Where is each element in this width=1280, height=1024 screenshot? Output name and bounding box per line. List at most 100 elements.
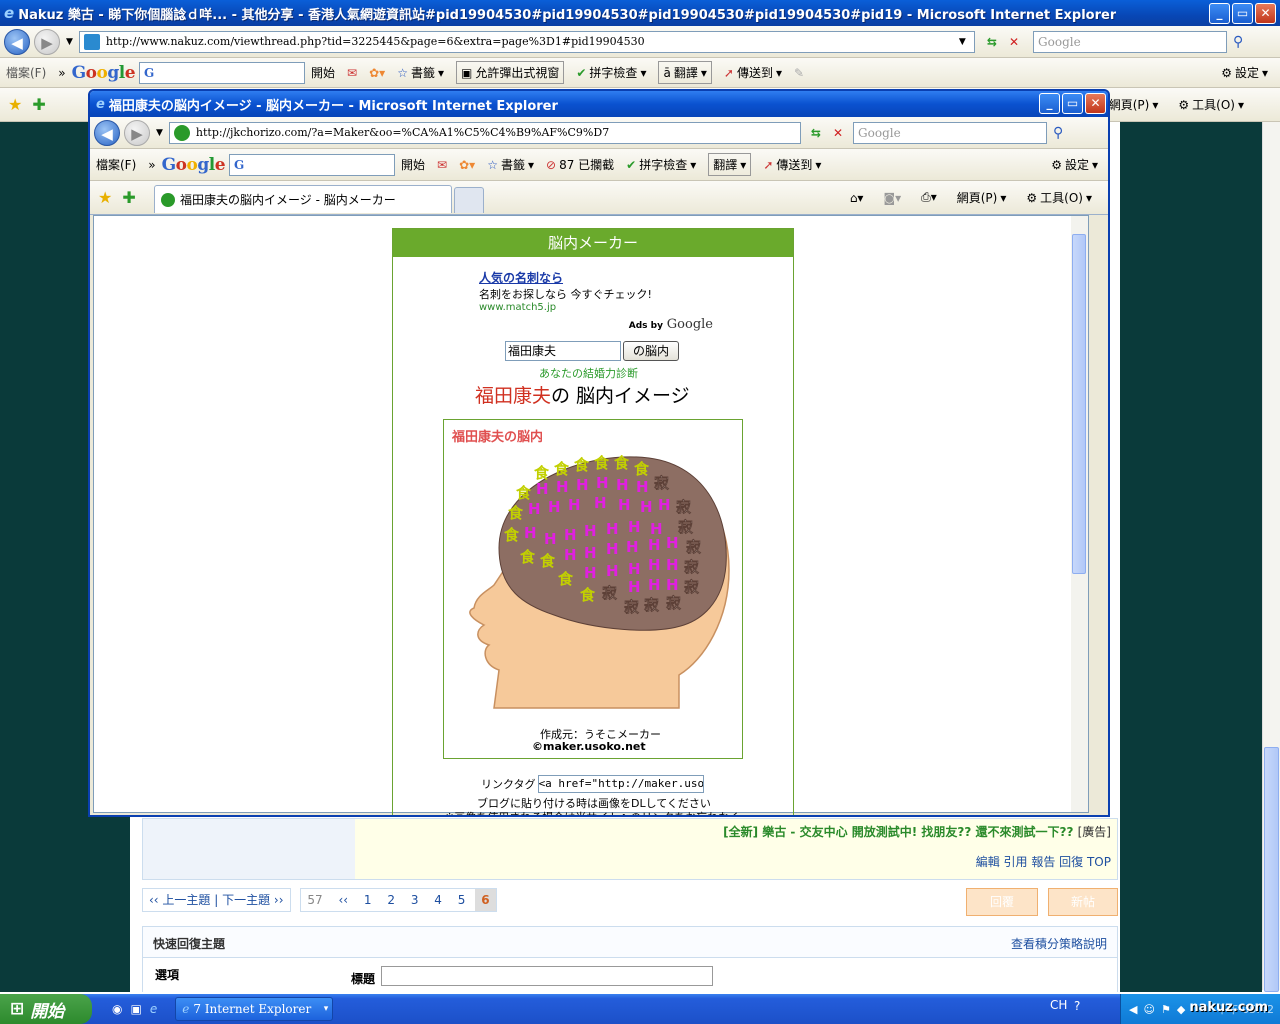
address-dropdown-icon[interactable]: ▼ — [959, 37, 975, 47]
popup-stop-icon[interactable]: ✕ — [833, 126, 843, 140]
print-icon[interactable]: ⎙▾ — [921, 190, 937, 205]
brain-word-lonely: 寂 — [602, 584, 617, 602]
popup-search-icon[interactable]: ⚲ — [1053, 125, 1063, 141]
quicklaunch-ie-icon[interactable]: e — [150, 1002, 157, 1016]
ad-link[interactable]: 人気の名刺なら — [479, 269, 713, 286]
minimize-button[interactable]: _ — [1209, 3, 1230, 24]
new-tab-button[interactable] — [454, 187, 484, 213]
bookmarks-menu[interactable]: ☆ 書籤 ▾ — [397, 64, 444, 81]
popup-blocker-button[interactable]: ▣ 允許彈出式視窗 — [456, 61, 565, 84]
favorites-star-icon[interactable]: ★ — [8, 95, 22, 114]
name-form: 福田康夫 の脳内 — [505, 341, 679, 361]
refresh-icon[interactable]: ⇆ — [987, 35, 997, 49]
language-indicator[interactable]: CH — [1050, 998, 1067, 1012]
start-button-taskbar[interactable]: ⊞ 開始 — [0, 994, 92, 1024]
popup-spellcheck-button[interactable]: ✔ 拼字檢查 ▾ — [626, 156, 696, 173]
page-first[interactable]: ‹‹ — [332, 889, 354, 911]
popup-favorites-icon[interactable]: ★ — [98, 188, 112, 207]
new-thread-button[interactable]: 新帖 — [1048, 888, 1118, 916]
reply-button[interactable]: 回覆 — [966, 888, 1038, 916]
popup-active-tab[interactable]: 福田康夫の脳内イメージ - 脳内メーカー — [154, 185, 452, 213]
popup-back-button[interactable]: ◀ — [94, 119, 120, 146]
popup-puzzle-icon[interactable]: ✿▾ — [459, 158, 475, 172]
popup-translate-button[interactable]: 翻譯 ▾ — [708, 153, 752, 176]
stop-icon[interactable]: ✕ — [1009, 35, 1019, 49]
feeds-icon[interactable]: ◙▾ — [883, 191, 901, 205]
quicklaunch-media-icon[interactable]: ◉ — [112, 1002, 122, 1016]
popup-sendto-button[interactable]: ➚ 傳送到 ▾ — [763, 156, 821, 173]
submit-button[interactable]: の脳内 — [623, 341, 679, 361]
settings-button[interactable]: ⚙ 設定 ▾ — [1221, 64, 1268, 81]
chevron-icon[interactable]: » — [58, 66, 65, 80]
popup-minimize-button[interactable]: _ — [1039, 93, 1060, 114]
outer-tools-menu[interactable]: ⚙ 工具(O) ▾ — [1178, 96, 1244, 113]
popup-chevron-icon[interactable]: » — [148, 158, 155, 172]
help-icon[interactable]: ? — [1074, 999, 1080, 1013]
popup-start-button[interactable]: 開始 — [401, 156, 425, 173]
popup-address-bar[interactable]: http://jkchorizo.com/?a=Maker&oo=%CA%A1%… — [168, 121, 801, 144]
popup-scrollbar[interactable] — [1071, 216, 1088, 812]
tray-user-icon[interactable]: ☺ — [1143, 1003, 1154, 1016]
close-button[interactable]: ✕ — [1255, 3, 1276, 24]
home-icon[interactable]: ⌂▾ — [850, 191, 864, 205]
spellcheck-button[interactable]: ✔ 拼字檢查 ▾ — [576, 64, 646, 81]
page-57[interactable]: 57 — [301, 889, 328, 911]
maker-header: 脳内メーカー — [393, 229, 793, 257]
popup-blocked-count[interactable]: ⊘ 87 已攔截 — [546, 156, 614, 173]
page-2[interactable]: 2 — [381, 889, 401, 911]
page-5[interactable]: 5 — [452, 889, 472, 911]
popup-refresh-icon[interactable]: ⇆ — [811, 126, 821, 140]
page-4[interactable]: 4 — [428, 889, 448, 911]
puzzle-icon[interactable]: ✿▾ — [369, 66, 385, 80]
brain-word-h: H — [584, 564, 597, 582]
name-input[interactable]: 福田康夫 — [505, 341, 621, 361]
popup-search-box[interactable]: Google — [853, 121, 1048, 144]
history-dropdown-icon[interactable]: ▼ — [66, 37, 73, 47]
sendto-button[interactable]: ➚ 傳送到 ▾ — [724, 64, 782, 81]
search-icon[interactable]: ⚲ — [1233, 34, 1243, 50]
popup-add-favorites-icon[interactable]: ✚ — [122, 188, 135, 207]
highlight-icon[interactable]: ✎ — [794, 66, 804, 80]
popup-history-icon[interactable]: ▼ — [156, 128, 163, 138]
outer-address-bar[interactable]: http://www.nakuz.com/viewthread.php?tid=… — [78, 30, 975, 53]
google-toolbar-search[interactable]: G — [139, 61, 306, 84]
tray-shield-icon[interactable]: ◆ — [1177, 1003, 1185, 1016]
add-favorites-icon[interactable]: ✚ — [32, 95, 45, 114]
popup-forward-button[interactable]: ▶ — [124, 119, 150, 146]
restore-button[interactable]: ▭ — [1232, 3, 1253, 24]
start-button[interactable]: 開始 — [311, 64, 335, 81]
ad-url[interactable]: www.match5.jp — [479, 302, 713, 313]
popup-page-menu[interactable]: 網頁(P) ▾ — [957, 189, 1007, 206]
page-3[interactable]: 3 — [405, 889, 425, 911]
outer-scroll-thumb[interactable] — [1264, 747, 1279, 992]
quicklaunch-app-icon[interactable]: ▣ — [130, 1002, 141, 1016]
outer-search-box[interactable]: Google — [1033, 30, 1228, 53]
file-menu[interactable]: 檔案(F) — [6, 64, 46, 81]
post-actions[interactable]: 編輯 引用 報告 回復 TOP — [976, 853, 1111, 870]
forum-ad-link[interactable]: [全新] 樂古 - 交友中心 開放測試中! 找朋友?? 還不來測試一下?? — [723, 825, 1073, 839]
popup-close-button[interactable]: ✕ — [1085, 93, 1106, 114]
popup-file-menu[interactable]: 檔案(F) — [96, 156, 136, 173]
back-button[interactable]: ◀ — [4, 28, 30, 55]
prev-next-links[interactable]: ‹‹ 上一主題 | 下一主題 ›› — [142, 888, 291, 912]
news-icon[interactable]: ✉ — [347, 66, 357, 80]
ie-task-button[interactable]: e7 Internet Explorer ▾ — [175, 997, 334, 1021]
popup-news-icon[interactable]: ✉ — [437, 158, 447, 172]
page-1[interactable]: 1 — [358, 889, 378, 911]
popup-tools-menu[interactable]: ⚙ 工具(O) ▾ — [1026, 189, 1092, 206]
outer-scrollbar[interactable] — [1262, 122, 1280, 992]
tray-arrow-icon[interactable]: ◀ — [1129, 1003, 1137, 1016]
tray-flag-icon[interactable]: ⚑ — [1161, 1003, 1171, 1016]
popup-bookmarks-menu[interactable]: ☆ 書籤 ▾ — [487, 156, 534, 173]
popup-maximize-button[interactable]: ▭ — [1062, 93, 1083, 114]
popup-settings-button[interactable]: ⚙ 設定 ▾ — [1051, 156, 1098, 173]
popup-google-search[interactable]: G — [229, 153, 396, 176]
forward-button[interactable]: ▶ — [34, 28, 60, 55]
translate-button[interactable]: ā 翻譯 ▾ — [658, 61, 712, 84]
kekkon-link[interactable]: あなたの結婚力診断 — [539, 365, 638, 381]
points-link[interactable]: 查看積分策略說明 — [1011, 935, 1107, 952]
link-tag-input[interactable]: <a href="http://maker.usoko — [537, 775, 704, 793]
outer-page-menu[interactable]: 網頁(P) ▾ — [1109, 96, 1159, 113]
subject-input[interactable] — [381, 966, 713, 986]
popup-scroll-thumb[interactable] — [1072, 234, 1086, 574]
